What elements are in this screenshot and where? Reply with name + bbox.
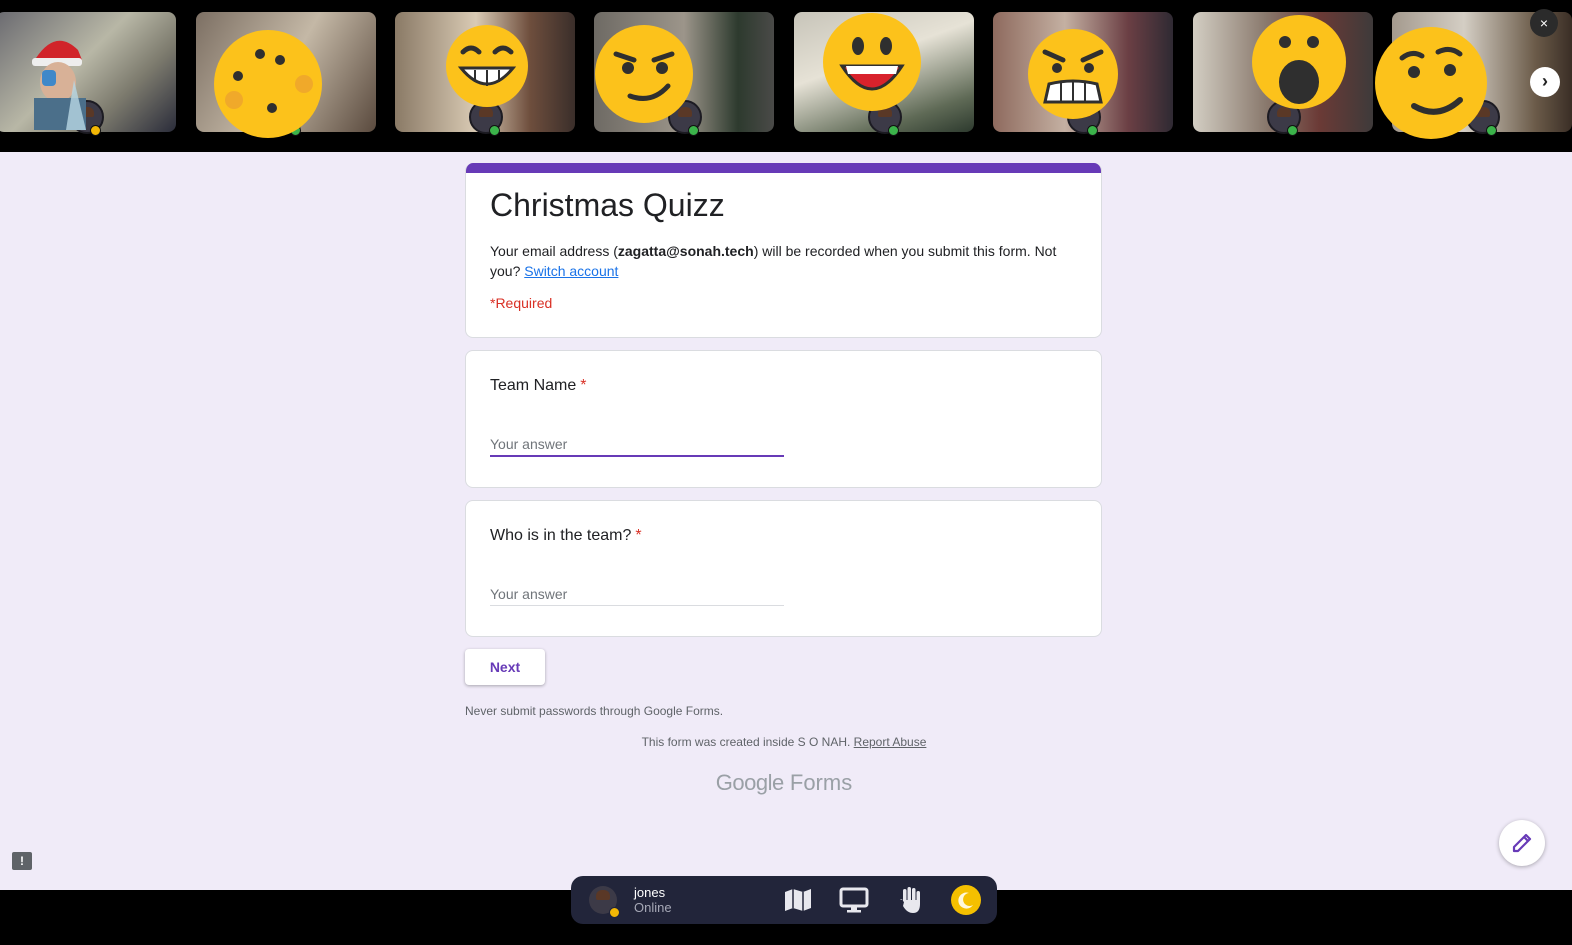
accent-bar — [466, 163, 1101, 173]
participant-tile-4[interactable] — [594, 12, 774, 136]
screen-share-icon — [839, 887, 869, 913]
required-mark: * — [580, 377, 587, 394]
question-card-team-name: Team Name * — [465, 350, 1102, 488]
action-bar: jones Online — [571, 876, 997, 924]
email-notice-prefix: Your email address ( — [490, 243, 618, 259]
user-name: jones — [634, 885, 666, 900]
grin-emoji-icon — [446, 25, 528, 107]
email-address: zagatta@sonah.tech — [617, 243, 754, 259]
participant-tile-1[interactable] — [0, 12, 176, 136]
created-inside-text: This form was created inside S O NAH. — [641, 735, 851, 749]
status-dot — [688, 125, 699, 136]
participant-tile-5[interactable] — [794, 12, 974, 136]
logo-forms: Forms — [789, 770, 853, 795]
google-forms-logo[interactable]: Google Forms — [0, 770, 1568, 796]
logo-google: Google — [715, 770, 784, 795]
screen-share-button[interactable] — [839, 886, 869, 914]
cookie-emoji-icon — [214, 30, 322, 138]
form-header-card: Christmas Quizz Your email address (zaga… — [465, 163, 1102, 338]
angry-emoji-icon — [1028, 29, 1118, 119]
moon-icon — [958, 892, 973, 909]
participant-tile-3[interactable] — [395, 12, 575, 136]
switch-account-link[interactable]: Switch account — [524, 263, 618, 279]
surprised-emoji-icon — [1252, 15, 1346, 109]
edit-button[interactable] — [1499, 820, 1545, 866]
user-status: Online — [634, 900, 672, 915]
status-dot — [489, 125, 500, 136]
team-members-input[interactable] — [490, 583, 784, 606]
page-title: Christmas Quizz — [490, 187, 725, 223]
password-warning: Never submit passwords through Google Fo… — [465, 704, 724, 718]
question-label: Who is in the team? — [490, 527, 632, 544]
participant-tile-6[interactable] — [993, 12, 1173, 136]
raise-hand-icon — [900, 887, 920, 913]
status-dot — [1087, 125, 1098, 136]
participant-tile-2[interactable] — [196, 12, 376, 138]
email-notice: Your email address (zagatta@sonah.tech) … — [490, 241, 1080, 281]
next-button[interactable]: Next — [465, 649, 545, 685]
smirk-emoji-icon — [595, 25, 693, 123]
question-title: Who is in the team? * — [490, 527, 642, 545]
map-icon — [785, 889, 811, 911]
moon-button[interactable] — [951, 885, 981, 915]
chevron-right-icon[interactable]: › — [1530, 67, 1560, 97]
team-name-input[interactable] — [490, 433, 784, 457]
participant-tile-7[interactable] — [1193, 12, 1373, 136]
edit-icon — [1512, 833, 1532, 853]
footer-note: This form was created inside S O NAH. Re… — [0, 735, 1568, 749]
raise-hand-button[interactable] — [895, 886, 925, 914]
question-label: Team Name — [490, 377, 577, 394]
report-icon[interactable]: ! — [12, 852, 32, 870]
required-note: *Required — [490, 295, 553, 311]
status-dot — [888, 125, 899, 136]
participant-video — [32, 40, 86, 130]
video-strip: × › — [0, 0, 1572, 152]
question-card-team-members: Who is in the team? * — [465, 500, 1102, 637]
laugh-emoji-icon — [823, 13, 921, 111]
thinking-emoji-icon — [1375, 27, 1487, 139]
status-dot — [1287, 125, 1298, 136]
close-icon[interactable]: × — [1530, 9, 1558, 37]
report-abuse-link[interactable]: Report Abuse — [854, 735, 927, 749]
required-mark: * — [635, 527, 642, 544]
map-button[interactable] — [783, 886, 813, 914]
question-title: Team Name * — [490, 377, 586, 395]
status-dot — [609, 907, 620, 918]
